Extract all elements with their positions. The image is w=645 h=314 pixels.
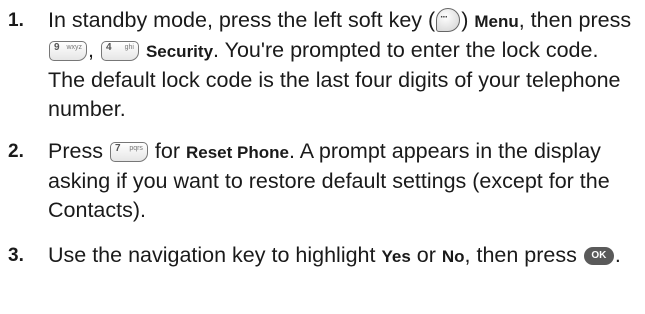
key-7-icon: 7 pqrs <box>109 142 148 162</box>
key-letters: pqrs <box>129 145 143 152</box>
step-text-part: , then press <box>518 8 632 32</box>
softkey-glyph: ··· <box>440 12 448 23</box>
security-label: Security <box>145 42 214 61</box>
key-9-icon: 9 wxyz <box>49 41 87 61</box>
step-text-part: Press <box>48 139 109 163</box>
left-soft-key-icon: ··· <box>436 8 461 32</box>
key-letters: ghi <box>124 44 134 51</box>
step-number: 2. <box>8 141 24 162</box>
document-page: { "steps": [ { "number": "1.", "t1": "In… <box>0 0 645 314</box>
key-number: 9 <box>54 42 60 53</box>
step-number: 3. <box>8 245 24 266</box>
step-text-part: Use the navigation key to highlight <box>48 243 382 267</box>
step-text-part: ) <box>461 8 475 32</box>
step-text-part: or <box>410 243 442 267</box>
menu-label: Menu <box>474 12 519 31</box>
step-text: Use the navigation key to highlight Yes … <box>48 241 637 271</box>
reset-phone-label: Reset Phone <box>185 143 289 162</box>
yes-label: Yes <box>381 247 411 266</box>
step-text-part: . <box>614 243 621 267</box>
step-text: Press 7 pqrs for Reset Phone. A prompt ap… <box>48 137 637 225</box>
key-letters: wxyz <box>66 44 82 51</box>
key-4-icon: 4 ghi <box>100 41 139 61</box>
ok-key-icon: OK <box>583 247 614 265</box>
key-number: 7 <box>114 143 121 154</box>
step-text-part: In standby mode, press the left soft key… <box>48 8 436 32</box>
step-text-part: for <box>148 139 186 163</box>
step-text-part: , <box>88 38 100 62</box>
step-number: 1. <box>8 10 24 31</box>
key-number: 4 <box>105 42 112 53</box>
step-text-part: , then press <box>464 243 583 267</box>
step-text: In standby mode, press the left soft key… <box>48 6 637 124</box>
ok-key-label: OK <box>591 250 607 261</box>
no-label: No <box>441 247 465 266</box>
